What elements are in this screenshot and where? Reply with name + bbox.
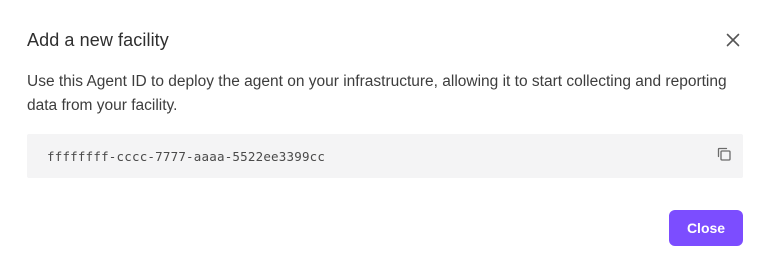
dialog-description: Use this Agent ID to deploy the agent on… — [27, 73, 727, 114]
agent-id-box: ffffffff-cccc-7777-aaaa-5522ee3399cc — [27, 134, 743, 178]
agent-id-value: ffffffff-cccc-7777-aaaa-5522ee3399cc — [47, 149, 326, 164]
add-facility-dialog: Add a new facility Use this Agent ID to … — [0, 0, 772, 275]
copy-icon — [717, 147, 731, 161]
close-button[interactable]: Close — [669, 210, 743, 246]
dialog-title: Add a new facility — [27, 30, 169, 50]
copy-agent-id-button[interactable] — [715, 145, 733, 163]
close-icon — [726, 33, 740, 47]
dialog-close-x-button[interactable] — [723, 30, 743, 50]
